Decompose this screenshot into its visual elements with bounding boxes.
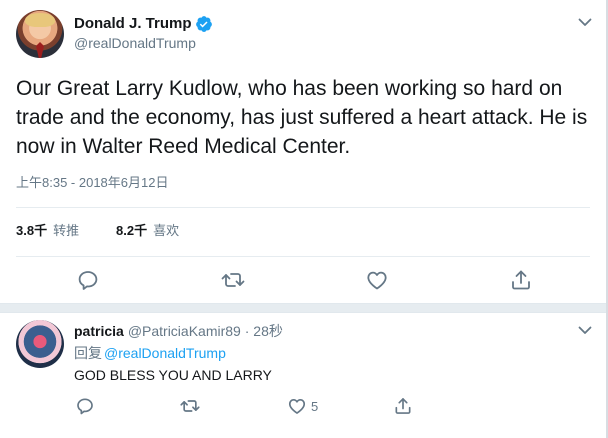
reply-mention-link[interactable]: @realDonaldTrump (104, 345, 226, 361)
reply-author-handle: @PatriciaKamir89 · 28秒 (127, 323, 283, 339)
reply-icon (78, 271, 98, 290)
like-label: 喜欢 (153, 223, 180, 238)
tweet-timestamp[interactable]: 上午8:35 - 2018年6月12日 (16, 174, 168, 192)
divider (16, 256, 590, 257)
avatar-tie (36, 42, 44, 58)
reply-author[interactable]: patricia @PatriciaKamir89 · 28秒 (74, 322, 283, 340)
reply-button[interactable] (76, 268, 100, 292)
main-tweet: Donald J. Trump @realDonaldTrump Our Gre… (0, 0, 606, 303)
like-icon (367, 271, 387, 290)
reply-icon (77, 398, 93, 415)
retweet-button[interactable] (220, 268, 246, 292)
reply-text: GOD BLESS YOU AND LARRY (74, 367, 272, 383)
share-icon (395, 398, 411, 414)
retweet-icon (180, 400, 200, 412)
avatar-hair (25, 13, 55, 27)
like-button[interactable] (365, 268, 389, 292)
reply-author-name: patricia (74, 323, 124, 339)
retweet-icon (221, 273, 245, 287)
avatar[interactable] (16, 10, 64, 58)
reply-tweet[interactable]: patricia @PatriciaKamir89 · 28秒 回复 @realDo… (0, 312, 606, 438)
reply-prefix: 回复 (74, 345, 102, 361)
like-icon (288, 399, 306, 414)
tweet-text: Our Great Larry Kudlow, who has been wor… (16, 77, 588, 158)
reply-button[interactable] (75, 396, 95, 416)
chevron-down-icon[interactable] (577, 14, 593, 30)
divider (16, 207, 590, 208)
like-button[interactable]: 5 (287, 396, 318, 416)
share-button[interactable] (509, 268, 533, 292)
reply-context: 回复 @realDonaldTrump (74, 344, 226, 362)
like-stat[interactable]: 8.2千 喜欢 (116, 222, 179, 240)
retweet-button[interactable] (179, 396, 201, 416)
like-count: 8.2千 (116, 223, 148, 238)
author-name[interactable]: Donald J. Trump (74, 15, 192, 33)
avatar[interactable] (16, 320, 64, 368)
share-button[interactable] (393, 396, 413, 416)
author-handle[interactable]: @realDonaldTrump (74, 34, 196, 52)
retweet-count: 3.8千 (16, 223, 48, 238)
chevron-down-icon[interactable] (577, 322, 593, 338)
verified-badge-icon (196, 16, 212, 32)
share-icon (512, 270, 530, 290)
retweet-label: 转推 (53, 223, 80, 238)
reply-like-count: 5 (311, 398, 319, 414)
retweet-stat[interactable]: 3.8千 转推 (16, 222, 79, 240)
